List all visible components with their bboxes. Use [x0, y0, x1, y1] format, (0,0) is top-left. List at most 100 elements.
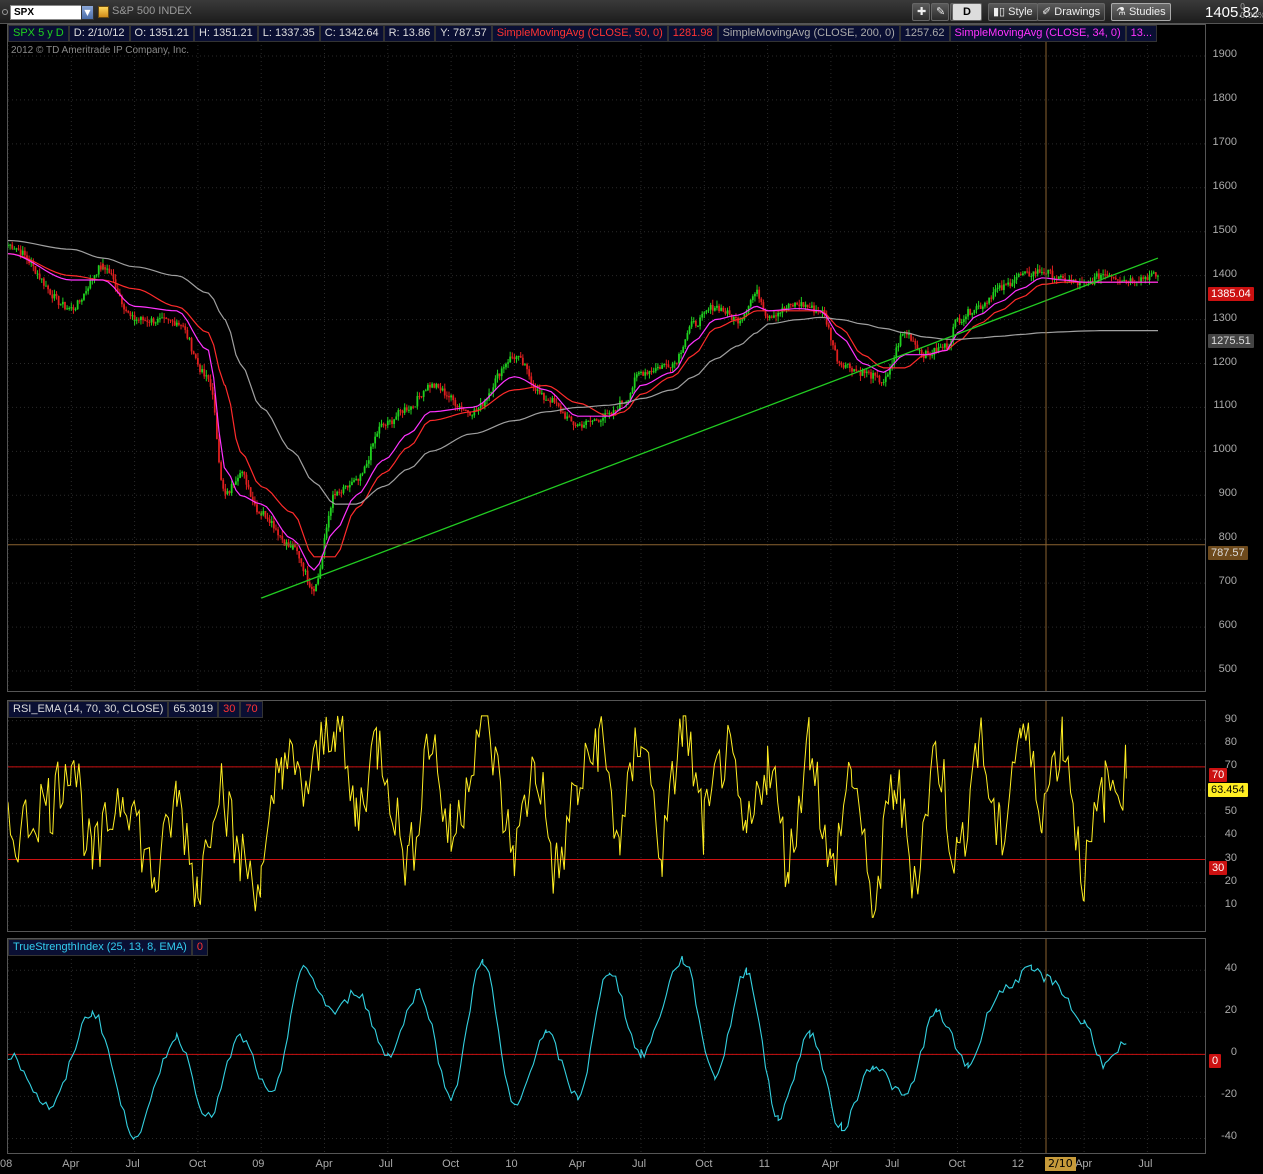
- price-candle-body: [68, 307, 71, 309]
- price-candle-body: [140, 317, 142, 321]
- price-candle-body: [351, 481, 353, 485]
- price-candle-body: [34, 266, 37, 274]
- candle-icon: ▮▯: [993, 6, 1006, 18]
- price-candle-body: [190, 338, 193, 352]
- rsi-panel[interactable]: RSI_EMA (14, 70, 30, CLOSE) 65.3019 30 70: [7, 700, 1206, 932]
- price-candle-body: [941, 346, 944, 348]
- price-candle-body: [346, 485, 349, 488]
- price-candle-body: [146, 320, 149, 322]
- price-candle-body: [93, 275, 96, 279]
- price-candle-body: [310, 586, 313, 589]
- price-candle-body: [422, 391, 425, 397]
- price-candle-body: [665, 363, 668, 365]
- price-candle-body: [779, 312, 782, 314]
- price-candle-body: [355, 478, 358, 481]
- price-candle-body: [36, 273, 39, 275]
- crosshair-icon[interactable]: ✚: [912, 3, 930, 21]
- rsi-chart: [8, 701, 1205, 931]
- price-candle-body: [85, 291, 87, 294]
- price-candle-body: [374, 436, 377, 444]
- price-candle-body: [106, 268, 109, 270]
- y-tick-label: 1800: [1212, 91, 1237, 104]
- price-candle-body: [711, 304, 714, 311]
- link-dot-icon[interactable]: [2, 9, 8, 15]
- price-candle-body: [234, 481, 237, 485]
- price-candle-body: [443, 388, 446, 396]
- price-panel[interactable]: SPX 5 y D D: 2/10/12 O: 1351.21 H: 1351.21 L…: [7, 24, 1206, 692]
- price-candle-body: [1047, 269, 1050, 274]
- price-candle-body: [367, 460, 370, 464]
- price-candle-body: [836, 350, 839, 362]
- price-candle-body: [239, 473, 241, 478]
- price-candle-body: [637, 372, 640, 375]
- price-candle-body: [528, 369, 531, 377]
- price-y-axis[interactable]: 500 600 700 800 900 1000 1100 1200 1300 1400 1500 1…: [1206, 24, 1263, 692]
- price-candle-body: [684, 339, 687, 347]
- drawings-button[interactable]: ✐ Drawings: [1037, 3, 1106, 21]
- price-candle-body: [800, 302, 803, 307]
- price-candle-body: [15, 248, 18, 250]
- price-candle-body: [975, 306, 978, 310]
- x-tick-label: Jul: [632, 1158, 647, 1170]
- price-candle-body: [296, 547, 298, 552]
- price-candle-body: [524, 364, 526, 366]
- price-candle-body: [722, 307, 725, 312]
- y-tick-label: 1600: [1212, 179, 1237, 192]
- price-candle-body: [199, 364, 201, 373]
- style-button[interactable]: ▮▯ Style: [988, 3, 1038, 21]
- price-candle-body: [502, 367, 505, 369]
- price-candle-body: [578, 424, 581, 426]
- price-candle-body: [1026, 271, 1029, 273]
- price-candle-body: [144, 320, 147, 322]
- x-tick-label: Oct: [442, 1158, 460, 1170]
- price-candle-body: [540, 392, 543, 394]
- flag-icon[interactable]: [98, 6, 109, 18]
- price-candle-body: [735, 316, 737, 318]
- flask-icon: ⚗: [1116, 6, 1126, 18]
- price-candle-body: [971, 313, 974, 315]
- price-candle-body: [393, 419, 396, 424]
- price-candle-body: [956, 318, 959, 320]
- sma200-tag: 1275.51: [1208, 334, 1254, 348]
- price-candle-body: [521, 357, 524, 366]
- rsi-line: [8, 715, 1127, 918]
- price-candle-body: [844, 364, 847, 368]
- price-candle-body: [1005, 284, 1007, 286]
- price-candle-body: [154, 322, 157, 324]
- wrench-icon[interactable]: ✎: [931, 3, 949, 21]
- y-tick-label: 1500: [1212, 223, 1237, 236]
- tsi-y-axis[interactable]: -40 -20 0 20 40: [1206, 938, 1263, 1154]
- y-tick-label: 20: [1224, 1004, 1237, 1017]
- price-candle-body: [792, 304, 794, 307]
- price-candle-body: [450, 395, 452, 398]
- price-candle-body: [669, 367, 672, 369]
- price-candle-body: [589, 420, 592, 422]
- price-candle-body: [1032, 271, 1035, 277]
- price-candle-body: [576, 424, 579, 426]
- price-candle-body: [878, 375, 881, 383]
- price-candle-body: [372, 443, 374, 447]
- price-candle-body: [986, 302, 988, 304]
- x-tick-label: 10: [505, 1158, 518, 1170]
- price-candle-body: [865, 371, 868, 374]
- tsi-panel[interactable]: TrueStrengthIndex (25, 13, 8, EMA) 0: [7, 938, 1206, 1154]
- price-candle-body: [631, 387, 634, 393]
- price-candle-body: [53, 293, 56, 299]
- legend-sma50-value: 1281.98: [667, 25, 718, 42]
- price-candle-body: [76, 300, 79, 310]
- studies-button[interactable]: ⚗ Studies: [1111, 3, 1171, 21]
- price-candle-body: [703, 312, 706, 314]
- price-candle-body: [437, 383, 440, 388]
- toolbar: SPX ▼ S&P 500 INDEX ✚ ✎ ⚙ D ▮▯ Style ✐ D…: [0, 0, 1263, 24]
- price-candle-body: [384, 424, 387, 426]
- price-candle-body: [918, 349, 921, 351]
- period-button[interactable]: D: [952, 3, 982, 21]
- price-candle-body: [718, 305, 720, 311]
- rsi-y-axis[interactable]: 102030405060708090: [1206, 700, 1263, 932]
- price-candle-body: [135, 319, 138, 321]
- rsi-legend-low: 30: [218, 701, 241, 718]
- price-candle-body: [445, 395, 448, 397]
- price-candle-body: [19, 249, 22, 255]
- chevron-down-icon[interactable]: ▼: [81, 5, 94, 20]
- price-candle-body: [1034, 271, 1037, 274]
